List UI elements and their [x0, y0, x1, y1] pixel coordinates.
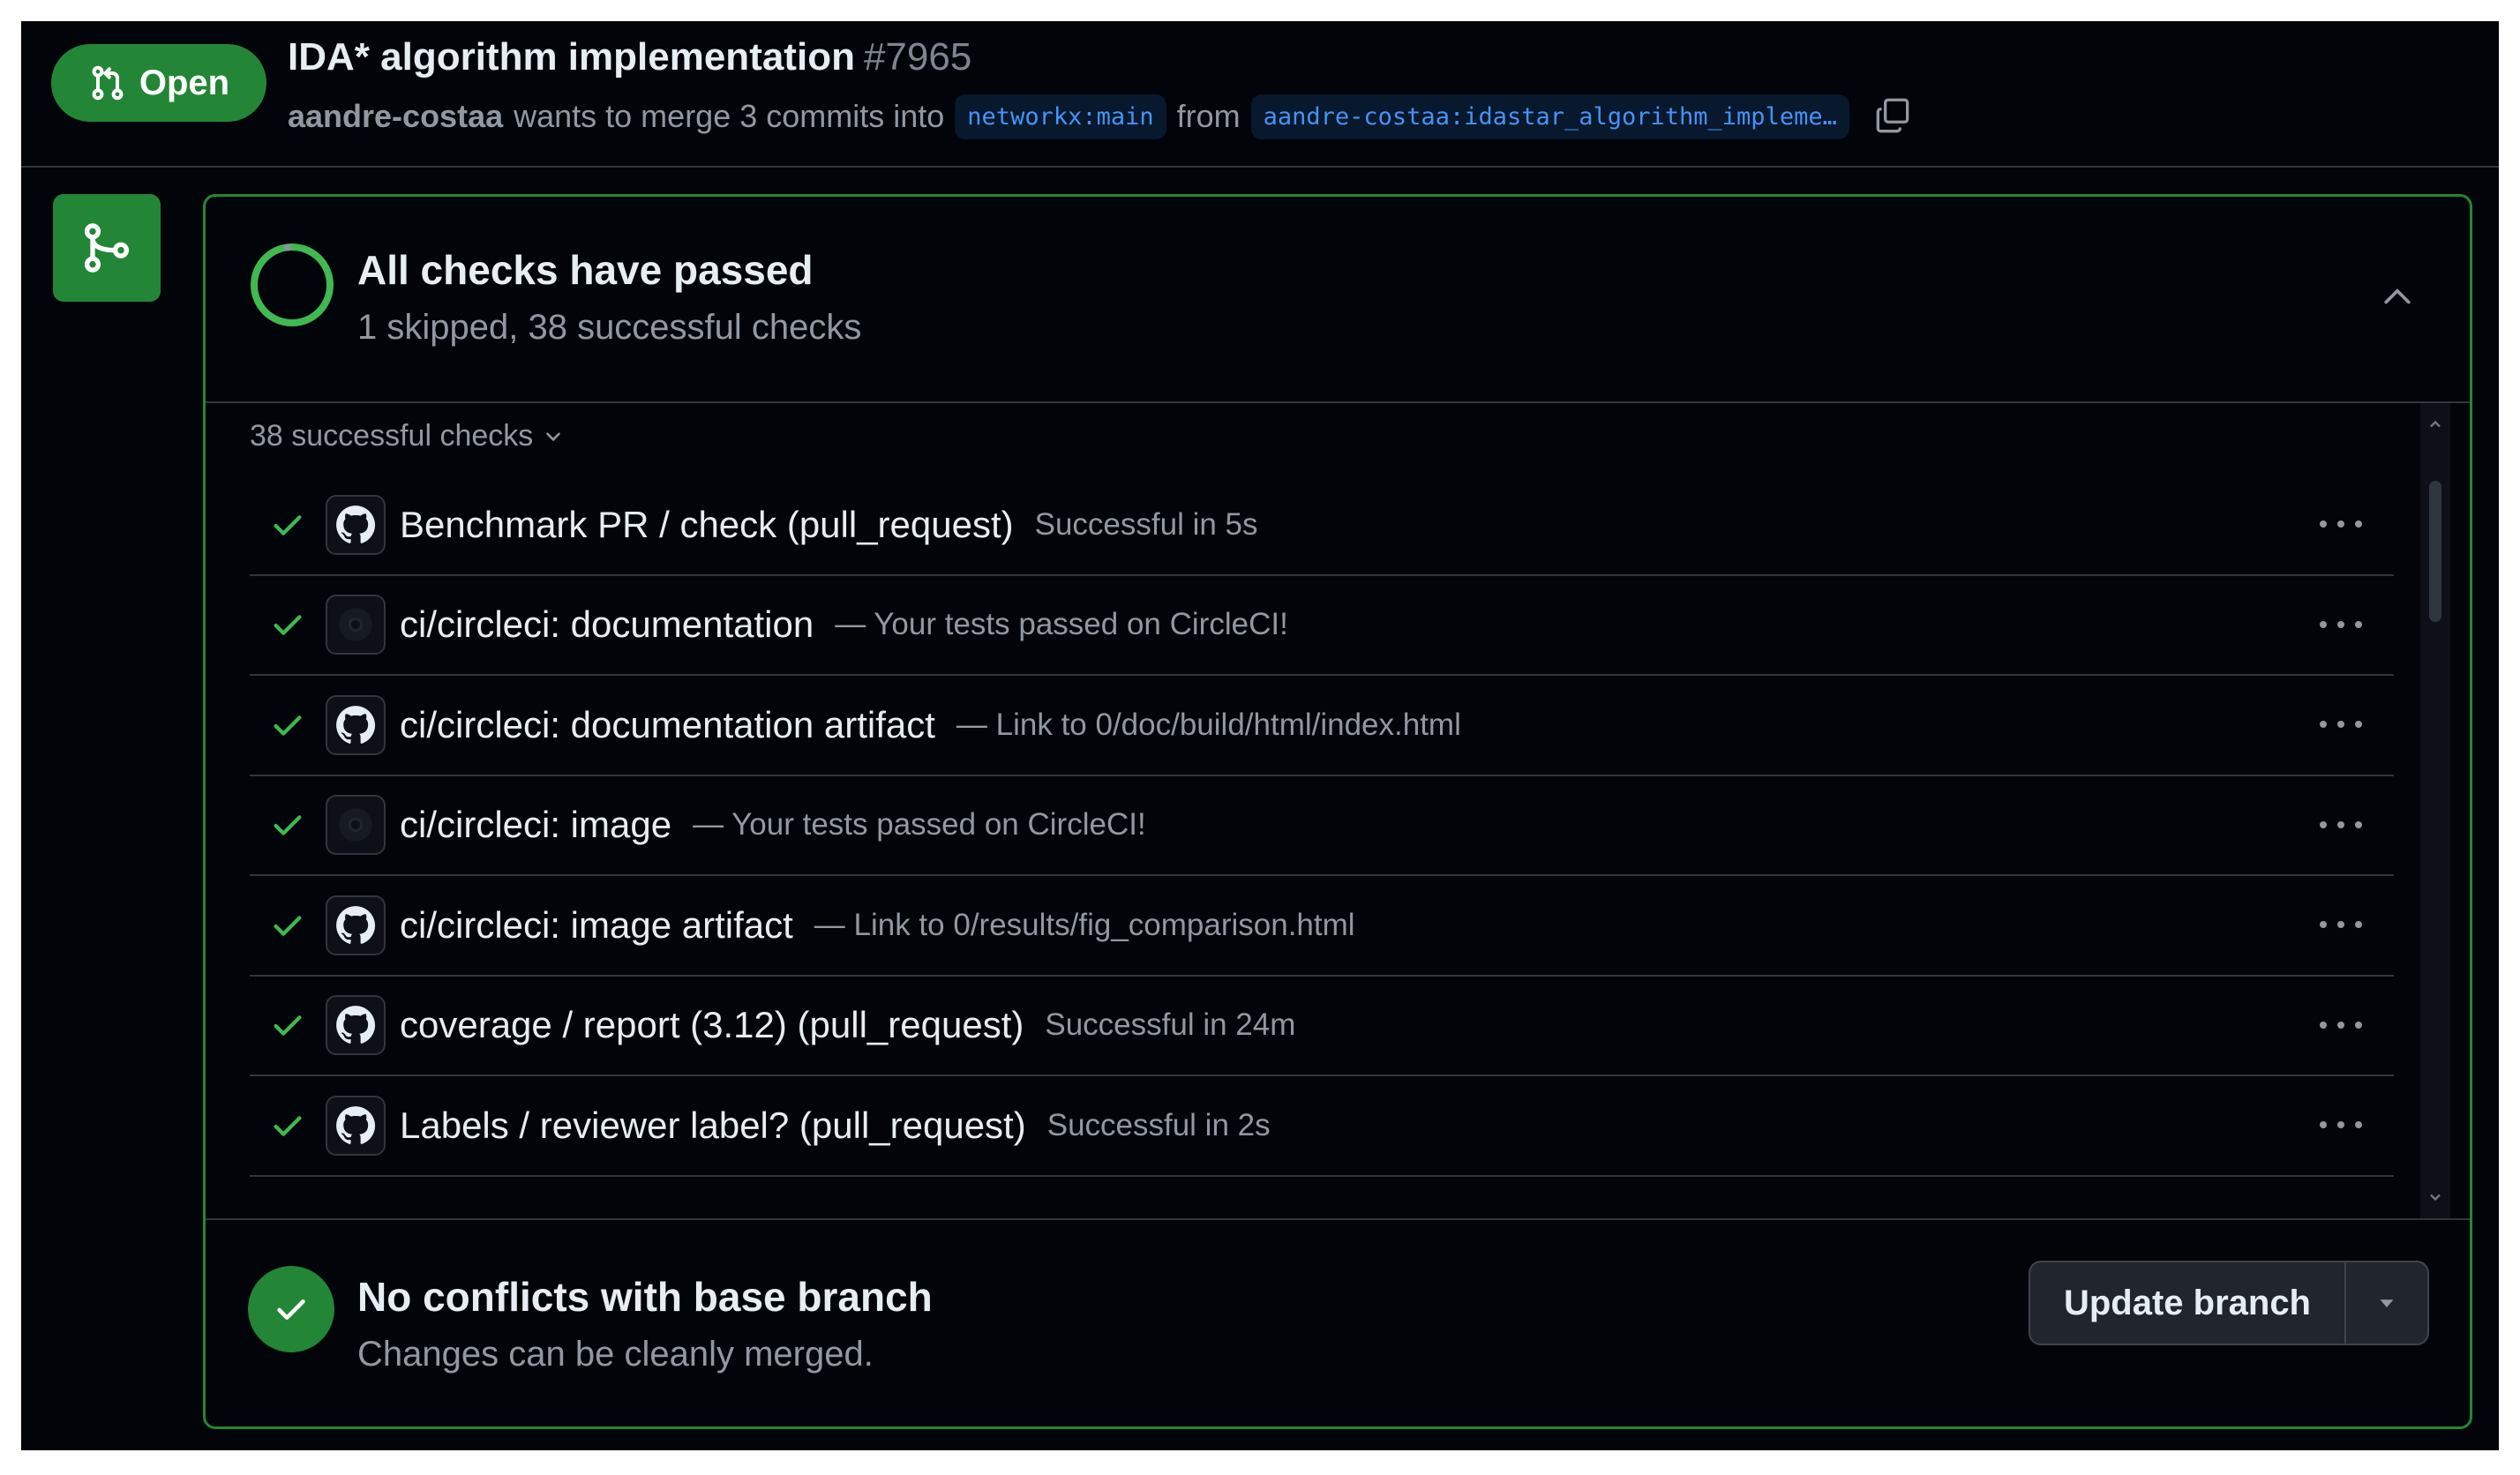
check-name[interactable]: ci/circleci: image — [400, 804, 671, 846]
caret-down-icon — [2380, 1299, 2394, 1307]
merge-status-title: No conflicts with base branch — [357, 1274, 933, 1320]
update-branch-group: Update branch — [2028, 1261, 2429, 1345]
chevron-down-icon — [546, 431, 561, 441]
check-description: Successful in 2s — [1046, 1107, 1271, 1142]
more-options-icon[interactable] — [2314, 502, 2367, 546]
check-description: Successful in 24m — [1045, 1007, 1296, 1043]
copy-icon[interactable] — [1871, 94, 1915, 139]
page-title: IDA* algorithm implementation #7965 — [288, 35, 971, 79]
merge-status-subtitle: Changes can be cleanly merged. — [357, 1335, 874, 1374]
scrollbar-thumb[interactable] — [2429, 481, 2441, 622]
check-name[interactable]: ci/circleci: image artifact — [400, 904, 793, 947]
more-options-icon[interactable] — [2314, 702, 2367, 746]
github-icon — [326, 995, 386, 1056]
github-icon — [326, 494, 386, 555]
check-icon — [274, 815, 302, 835]
check-description: — Link to 0/results/fig_comparison.html — [814, 907, 1355, 942]
merge-ok-badge — [248, 1266, 334, 1352]
check-icon — [274, 515, 302, 535]
check-row-partial — [250, 1177, 2394, 1219]
checks-subtitle: 1 skipped, 38 successful checks — [357, 308, 862, 347]
successful-checks-label: 38 successful checks — [250, 419, 534, 453]
update-branch-button[interactable]: Update branch — [2030, 1262, 2346, 1344]
check-icon — [274, 916, 302, 936]
from-text: from — [1176, 98, 1241, 134]
check-name[interactable]: Benchmark PR / check (pull_request) — [400, 504, 1014, 546]
check-name[interactable]: ci/circleci: documentation artifact — [400, 704, 935, 746]
pr-number: #7965 — [863, 35, 972, 79]
checks-title: All checks have passed — [357, 247, 814, 293]
scrollbar[interactable] — [2420, 403, 2450, 1218]
check-description: — Link to 0/doc/build/html/index.html — [956, 707, 1461, 742]
github-icon — [326, 694, 386, 755]
more-options-icon[interactable] — [2314, 1103, 2367, 1147]
scroll-down-icon[interactable] — [2426, 1188, 2444, 1206]
github-icon — [326, 895, 386, 955]
pr-meta: aandre-costaa wants to merge 3 commits i… — [288, 90, 1915, 143]
checks-status-ring-icon — [251, 243, 334, 326]
more-options-icon[interactable] — [2314, 902, 2367, 947]
check-icon — [274, 715, 302, 736]
circleci-icon — [326, 595, 386, 655]
successful-checks-toggle[interactable]: 38 successful checks — [250, 419, 565, 453]
check-rows: Benchmark PR / check (pull_request) Succe… — [250, 475, 2394, 1218]
pr-author-link[interactable]: aandre-costaa — [288, 98, 503, 135]
check-row[interactable]: ci/circleci: image — Your tests passed on… — [250, 776, 2394, 876]
more-options-icon[interactable] — [2314, 1003, 2367, 1047]
check-row[interactable]: Labels / reviewer label? (pull_request) S… — [250, 1076, 2394, 1177]
check-row[interactable]: coverage / report (3.12) (pull_request) S… — [250, 977, 2394, 1076]
check-name[interactable]: coverage / report (3.12) (pull_request) — [400, 1004, 1024, 1046]
check-description: Successful in 5s — [1034, 506, 1258, 542]
git-merge-tile — [53, 194, 161, 302]
pull-request-icon — [92, 65, 124, 101]
pr-merge-box: Open IDA* algorithm implementation #7965 … — [21, 21, 2499, 1450]
chevron-up-icon[interactable] — [2378, 278, 2417, 317]
check-row[interactable]: ci/circleci: image artifact — Link to 0/r… — [250, 876, 2394, 977]
more-options-icon[interactable] — [2314, 603, 2367, 647]
check-description: — Your tests passed on CircleCI! — [835, 607, 1288, 642]
check-row[interactable]: ci/circleci: documentation artifact — Lin… — [250, 676, 2394, 776]
check-name[interactable]: ci/circleci: documentation — [400, 603, 814, 646]
pr-title-text: IDA* algorithm implementation — [288, 35, 855, 79]
check-row[interactable]: Benchmark PR / check (pull_request) Succe… — [250, 475, 2394, 576]
pr-header: Open IDA* algorithm implementation #7965 … — [21, 21, 2499, 168]
more-options-icon[interactable] — [2314, 803, 2367, 847]
circleci-icon — [326, 795, 386, 856]
check-description: — Your tests passed on CircleCI! — [693, 807, 1146, 842]
scroll-up-icon[interactable] — [2426, 416, 2444, 433]
check-icon — [274, 615, 302, 635]
check-icon — [274, 1116, 302, 1136]
check-name[interactable]: Labels / reviewer label? (pull_request) — [400, 1104, 1026, 1147]
checks-summary[interactable]: All checks have passed 1 skipped, 38 suc… — [206, 197, 2470, 403]
update-branch-dropdown[interactable] — [2346, 1262, 2427, 1344]
github-icon — [326, 1095, 386, 1156]
git-merge-icon — [84, 223, 130, 273]
check-icon — [277, 1299, 305, 1320]
head-branch-label[interactable]: aandre-costaa:idastar_algorithm_impleme… — [1250, 94, 1849, 139]
merge-status: No conflicts with base branch Changes ca… — [206, 1218, 2470, 1426]
base-branch-label[interactable]: networkx:main — [955, 94, 1166, 139]
check-icon — [274, 1015, 302, 1036]
check-row[interactable]: ci/circleci: documentation — Your tests p… — [250, 576, 2394, 676]
checks-list: 38 successful checks Benchmark PR / chec… — [206, 403, 2470, 1218]
checks-panel: All checks have passed 1 skipped, 38 suc… — [203, 194, 2472, 1429]
pr-state-badge: Open — [51, 44, 266, 122]
merge-text: wants to merge 3 commits into — [514, 98, 945, 134]
pr-state-label: Open — [139, 63, 230, 102]
